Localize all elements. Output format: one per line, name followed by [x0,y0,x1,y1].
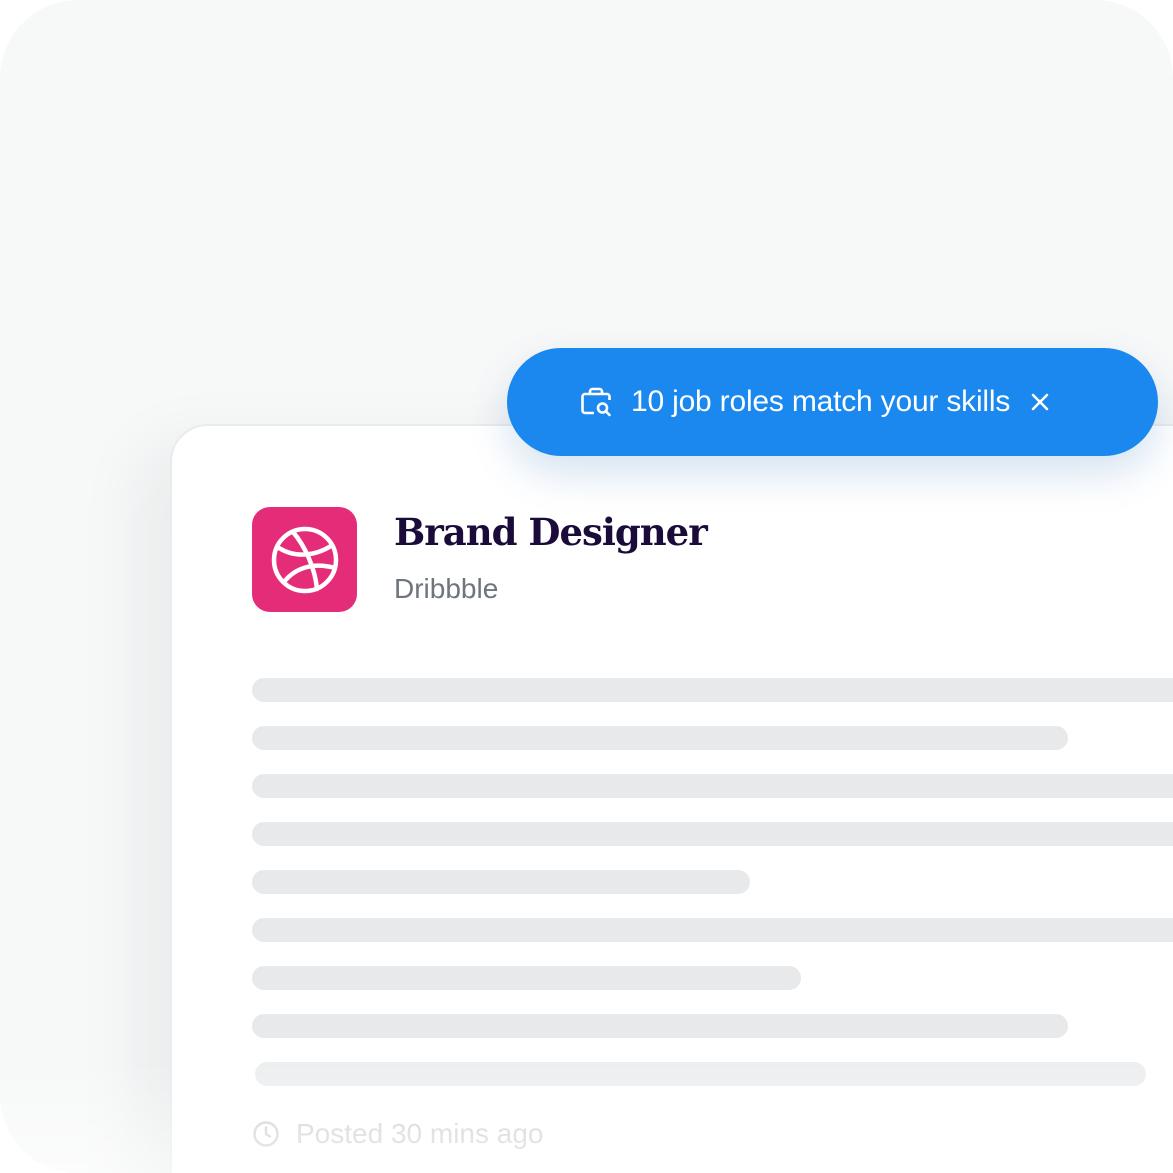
skills-match-toast[interactable]: 10 job roles match your skills [507,348,1158,456]
company-name: Dribbble [394,573,499,604]
description-placeholder-line [252,918,1173,942]
description-placeholder-line [255,1062,1146,1086]
description-placeholder-line [252,726,1068,750]
close-icon[interactable] [1028,390,1052,414]
dribbble-logo-icon [271,526,338,593]
posted-time: Posted 30 mins ago [252,1118,544,1150]
background-frame: Brand Designer Dribbble Posted 30 mins a… [0,0,1173,1173]
toast-message: 10 job roles match your skills [631,385,1011,418]
description-placeholder-line [252,966,801,990]
description-placeholder-line [252,774,1173,798]
company-logo [252,507,357,612]
description-placeholder-line [252,678,1173,702]
job-title[interactable]: Brand Designer [394,510,708,554]
description-placeholder-line [252,870,750,894]
description-placeholder-line [252,822,1173,846]
posted-label: Posted 30 mins ago [296,1118,544,1149]
briefcase-search-icon [579,385,613,419]
description-placeholder-line [252,1014,1068,1038]
clock-icon [253,1121,279,1147]
